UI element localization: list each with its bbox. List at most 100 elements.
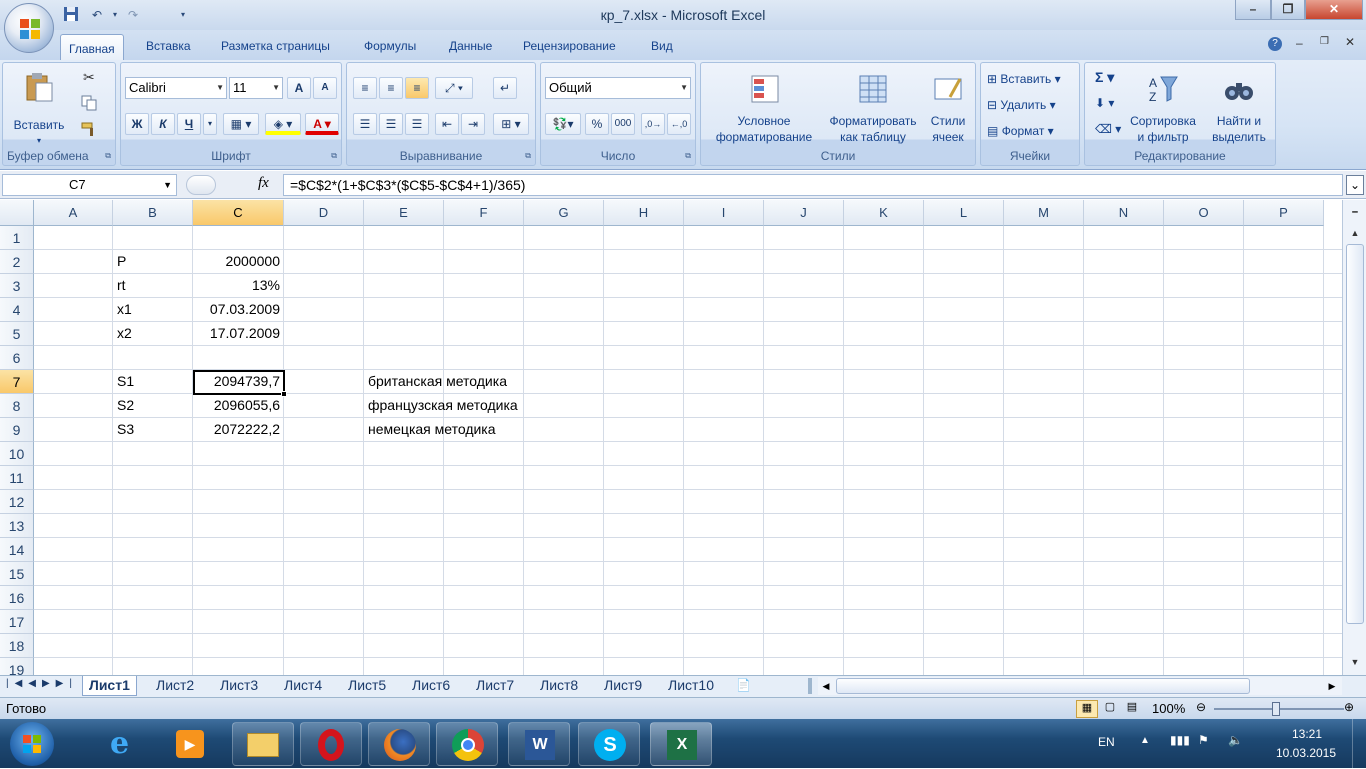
formula-input[interactable]: =$C$2*(1+$C$3*($C$5-$C$4+1)/365) [283, 174, 1343, 196]
format-painter-icon[interactable] [81, 121, 97, 140]
cut-icon[interactable]: ✂ [83, 69, 95, 86]
office-button[interactable] [4, 3, 54, 53]
restore-button[interactable]: ❐ [1271, 0, 1305, 20]
column-header-n[interactable]: N [1084, 200, 1164, 226]
merge-center-icon[interactable]: ⊞ ▾ [493, 113, 529, 135]
row-header-11[interactable]: 11 [0, 466, 34, 490]
row-header-17[interactable]: 17 [0, 610, 34, 634]
zoom-in-icon[interactable]: ⊕ [1344, 700, 1354, 714]
cell-b9[interactable]: S3 [113, 418, 138, 442]
start-button[interactable] [10, 722, 54, 766]
autosum-button[interactable]: Σ ▾ [1095, 69, 1114, 85]
dialog-launcher-icon[interactable]: ⧉ [331, 151, 337, 161]
font-color-icon[interactable]: A ▾ [305, 113, 339, 135]
fill-color-icon[interactable]: ◈ ▾ [265, 113, 301, 135]
select-all-corner[interactable] [0, 200, 34, 226]
column-header-d[interactable]: D [284, 200, 364, 226]
align-right-icon[interactable]: ☰ [405, 113, 429, 135]
help-icon[interactable]: ? [1268, 37, 1282, 51]
row-header-18[interactable]: 18 [0, 634, 34, 658]
cell-c5[interactable]: 17.07.2009 [193, 322, 284, 346]
number-format-combo[interactable]: Общий ▼ [545, 77, 691, 99]
tab-review[interactable]: Рецензирование [523, 38, 616, 60]
zoom-out-icon[interactable]: ⊖ [1196, 700, 1206, 714]
borders-icon[interactable]: ▦ ▾ [223, 113, 259, 135]
underline-button[interactable]: Ч [177, 113, 201, 135]
row-header-9[interactable]: 9 [0, 418, 34, 442]
cell-e8[interactable]: французская методика [364, 394, 522, 418]
column-header-f[interactable]: F [444, 200, 524, 226]
tab-split-handle[interactable] [808, 678, 812, 694]
scroll-left-icon[interactable]: ◀ [818, 677, 834, 695]
sheet-tab-6[interactable]: Лист6 [404, 676, 450, 696]
media-player-icon[interactable]: ▶ [160, 722, 220, 766]
worksheet-grid[interactable]: ABCDEFGHIJKLMNOP 1 2 3 4 5 6 7 8 9 10 11 12 13 14 15 16… [0, 200, 1342, 675]
column-header-l[interactable]: L [924, 200, 1004, 226]
vertical-scrollbar[interactable]: ━ ▲ ▼ [1342, 200, 1366, 675]
workbook-close-icon[interactable]: ✕ [1345, 35, 1355, 49]
row-header-16[interactable]: 16 [0, 586, 34, 610]
insert-cells-button[interactable]: ⊞ Вставить ▾ [987, 71, 1061, 87]
format-cells-button[interactable]: ▤ Формат ▾ [987, 123, 1054, 139]
column-header-g[interactable]: G [524, 200, 604, 226]
row-header-7[interactable]: 7 [0, 370, 34, 394]
opera-icon[interactable] [300, 722, 362, 766]
firefox-icon[interactable] [368, 722, 430, 766]
expand-formula-bar-icon[interactable]: ⌄ [1346, 175, 1364, 195]
save-icon[interactable] [62, 6, 80, 24]
undo-icon[interactable]: ↶ [88, 6, 106, 24]
cell-b2[interactable]: P [113, 250, 130, 274]
wrap-text-icon[interactable]: ↵ [493, 77, 517, 99]
tab-home[interactable]: Главная [60, 34, 124, 62]
sheet-tab-2[interactable]: Лист2 [148, 676, 194, 696]
align-middle-icon[interactable]: ≡ [379, 77, 403, 99]
clear-icon[interactable]: ⌫ ▾ [1095, 121, 1121, 137]
cell-c4[interactable]: 07.03.2009 [193, 298, 284, 322]
clock-time[interactable]: 13:21 [1272, 727, 1342, 741]
row-header-19[interactable]: 19 [0, 658, 34, 675]
cell-b3[interactable]: rt [113, 274, 130, 298]
grow-font-button[interactable]: A [287, 77, 311, 99]
font-size-combo[interactable]: 11 ▼ [229, 77, 283, 99]
column-header-i[interactable]: I [684, 200, 764, 226]
column-header-m[interactable]: M [1004, 200, 1084, 226]
copy-icon[interactable] [81, 95, 97, 114]
format-as-table-button[interactable]: Форматировать как таблицу [823, 69, 923, 149]
ribbon-restore-icon[interactable]: ❐ [1320, 36, 1329, 47]
zoom-level[interactable]: 100% [1152, 701, 1185, 716]
row-header-4[interactable]: 4 [0, 298, 34, 322]
dialog-launcher-icon[interactable]: ⧉ [105, 151, 111, 161]
sheet-tab-1[interactable]: Лист1 [82, 676, 137, 696]
undo-dropdown-icon[interactable]: ▾ [106, 6, 124, 24]
cell-b5[interactable]: x2 [113, 322, 136, 346]
sheet-tab-7[interactable]: Лист7 [468, 676, 514, 696]
column-header-a[interactable]: A [34, 200, 113, 226]
conditional-formatting-button[interactable]: Условное форматирование [705, 69, 823, 149]
fill-icon[interactable]: ⬇ ▾ [1095, 95, 1114, 111]
underline-dropdown-icon[interactable]: ▾ [203, 113, 217, 135]
clock-date[interactable]: 10.03.2015 [1266, 746, 1346, 760]
redo-icon[interactable]: ↷ [124, 6, 142, 24]
tab-insert[interactable]: Вставка [146, 38, 191, 60]
page-break-view-icon[interactable]: ▤ [1122, 700, 1142, 718]
column-header-h[interactable]: H [604, 200, 684, 226]
sheet-nav-icons[interactable]: |◀◀▶▶| [6, 678, 78, 689]
tab-formulas[interactable]: Формулы [364, 38, 416, 60]
sheet-tab-5[interactable]: Лист5 [340, 676, 386, 696]
cell-b8[interactable]: S2 [113, 394, 138, 418]
minimize-button[interactable]: – [1235, 0, 1271, 20]
ribbon-minimize-icon[interactable]: – [1296, 36, 1303, 50]
chrome-icon[interactable] [436, 722, 498, 766]
insert-function-icon[interactable]: fx [258, 175, 269, 192]
cell-c9[interactable]: 2072222,2 [193, 418, 284, 442]
column-header-p[interactable]: P [1244, 200, 1324, 226]
close-button[interactable]: ✕ [1305, 0, 1363, 20]
excel-icon[interactable]: X [650, 722, 712, 766]
name-box[interactable]: C7 ▼ [2, 174, 177, 196]
row-header-2[interactable]: 2 [0, 250, 34, 274]
flag-icon[interactable]: ⚑ [1198, 733, 1209, 747]
split-box-icon[interactable]: ━ [1347, 202, 1363, 222]
explorer-icon[interactable] [232, 722, 294, 766]
row-header-13[interactable]: 13 [0, 514, 34, 538]
tab-view[interactable]: Вид [651, 38, 673, 60]
